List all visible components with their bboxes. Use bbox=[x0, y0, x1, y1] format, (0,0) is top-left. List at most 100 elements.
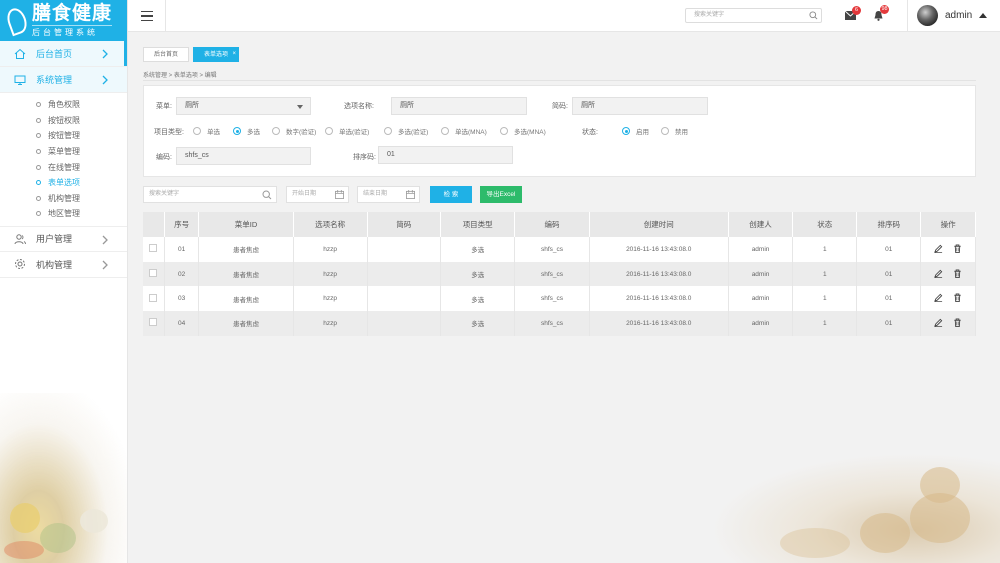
edit-icon[interactable] bbox=[934, 293, 943, 303]
header-search-input[interactable]: 搜索关键字 bbox=[685, 8, 822, 23]
edit-icon[interactable] bbox=[934, 244, 943, 253]
start-date-input[interactable]: 开始日期 bbox=[286, 186, 349, 203]
table-body: 01 患者焦虑 hzzp 多选 shfs_cs 2016-11-16 13:43:08.0… bbox=[143, 237, 976, 336]
table-row[interactable]: 01 患者焦虑 hzzp 多选 shfs_cs 2016-11-16 13:43:08.0… bbox=[143, 237, 976, 262]
chevron-right-icon bbox=[102, 235, 108, 245]
menu-toggle-button[interactable] bbox=[128, 0, 166, 32]
brand-title: 膳食健康 bbox=[32, 2, 113, 24]
table-cell: 1 bbox=[792, 286, 858, 312]
bullet-icon bbox=[36, 211, 41, 217]
row-checkbox[interactable] bbox=[149, 293, 158, 302]
sidebar-item-label: 系统管理 bbox=[36, 75, 73, 85]
row-checkbox[interactable] bbox=[149, 244, 158, 253]
table-header-row: 序号 菜单ID 选项名称 简码 项目类型 编码 创建时间 创建人 状态 排序码 … bbox=[143, 212, 976, 237]
bread-decoration bbox=[710, 453, 1000, 563]
row-checkbox[interactable] bbox=[149, 318, 158, 327]
submenu-item-role-permissions[interactable]: 角色权限 bbox=[36, 97, 127, 113]
short-code-label: 简码: bbox=[552, 103, 568, 110]
table-cell: 1 bbox=[792, 261, 858, 287]
row-checkbox[interactable] bbox=[149, 269, 158, 278]
calendar-icon[interactable] bbox=[406, 190, 415, 199]
avatar[interactable] bbox=[917, 5, 938, 26]
radio-status-disabled[interactable]: 禁用 bbox=[661, 126, 688, 136]
users-icon bbox=[14, 233, 26, 245]
table-cell: hzzp bbox=[293, 311, 368, 336]
table-cell: admin bbox=[728, 237, 794, 262]
end-date-input[interactable]: 结束日期 bbox=[357, 186, 420, 203]
calendar-icon[interactable] bbox=[335, 190, 344, 199]
caret-up-icon[interactable] bbox=[979, 13, 987, 18]
radio-status-enabled[interactable]: 启用 bbox=[622, 126, 649, 136]
submenu-item-region-management[interactable]: 地区管理 bbox=[36, 206, 127, 222]
vegetables-decoration bbox=[0, 393, 127, 563]
sidebar-item-org[interactable]: 机构管理 bbox=[0, 252, 127, 278]
table-cell: admin bbox=[728, 261, 794, 287]
table-cell: 多选 bbox=[440, 286, 516, 312]
search-icon[interactable] bbox=[262, 190, 272, 200]
row-actions bbox=[920, 311, 976, 336]
radio-single[interactable]: 单选 bbox=[193, 126, 220, 136]
radio-single-mna[interactable]: 单选(MNA) bbox=[441, 126, 487, 136]
home-icon bbox=[14, 48, 26, 60]
bullet-icon bbox=[36, 102, 41, 108]
close-icon[interactable]: × bbox=[233, 47, 237, 61]
table-row[interactable]: 03 患者焦虑 hzzp 多选 shfs_cs 2016-11-16 13:43:08.0… bbox=[143, 286, 976, 312]
submenu-item-org-management[interactable]: 机构管理 bbox=[36, 191, 127, 207]
radio-number-validated[interactable]: 数字(验证) bbox=[272, 126, 316, 136]
chevron-right-icon bbox=[102, 49, 108, 59]
sort-input[interactable]: 01 bbox=[378, 146, 513, 164]
radio-multi-mna[interactable]: 多选(MNA) bbox=[500, 126, 546, 136]
submenu-item-button-permissions[interactable]: 按钮权限 bbox=[36, 113, 127, 129]
sidebar-item-home[interactable]: 后台首页 bbox=[0, 41, 127, 67]
sidebar-item-system[interactable]: 系统管理 bbox=[0, 67, 127, 93]
table-cell: 1 bbox=[792, 237, 858, 262]
table-cell: 04 bbox=[164, 311, 200, 336]
tab-home[interactable]: 后台首页 bbox=[143, 47, 190, 62]
column-header: 状态 bbox=[792, 212, 858, 237]
edit-icon[interactable] bbox=[934, 269, 943, 278]
trash-icon[interactable] bbox=[953, 244, 962, 253]
code-input[interactable]: shfs_cs bbox=[176, 147, 311, 165]
submenu-item-form-options[interactable]: 表单选项 bbox=[36, 175, 127, 191]
table-cell: 患者焦虑 bbox=[198, 286, 294, 312]
menu-label: 菜单: bbox=[156, 103, 172, 110]
divider bbox=[143, 80, 976, 81]
radio-single-validated[interactable]: 单选(验证) bbox=[325, 126, 369, 136]
short-code-input[interactable]: 厕所 bbox=[572, 97, 708, 115]
brand-logo[interactable]: 膳食健康 后台管理系统 bbox=[0, 0, 127, 41]
sidebar-item-users[interactable]: 用户管理 bbox=[0, 225, 127, 252]
notification-button[interactable]: 98 bbox=[873, 5, 889, 21]
radio-multi-validated[interactable]: 多选(验证) bbox=[384, 126, 428, 136]
submenu-item-button-management[interactable]: 按钮管理 bbox=[36, 128, 127, 144]
item-type-label: 项目类型: bbox=[154, 129, 184, 136]
table-cell: hzzp bbox=[293, 237, 368, 262]
option-name-input[interactable]: 厕所 bbox=[391, 97, 527, 115]
select-all-header bbox=[143, 212, 165, 237]
table-row[interactable]: 04 患者焦虑 hzzp 多选 shfs_cs 2016-11-16 13:43:08.0… bbox=[143, 311, 976, 336]
table-cell: 多选 bbox=[440, 237, 516, 262]
submenu-item-online-management[interactable]: 在线管理 bbox=[36, 159, 127, 175]
search-button[interactable]: 检 索 bbox=[430, 186, 472, 203]
tab-form-options[interactable]: 表单选项 × bbox=[193, 47, 240, 62]
row-actions bbox=[920, 261, 976, 287]
menu-select[interactable]: 厕所 bbox=[176, 97, 311, 115]
table-cell bbox=[367, 311, 441, 336]
mail-badge: 6 bbox=[852, 6, 861, 15]
username[interactable]: admin bbox=[945, 10, 972, 21]
export-excel-button[interactable]: 导出Excel bbox=[480, 186, 522, 203]
mail-button[interactable]: 6 bbox=[844, 6, 861, 20]
sidebar: 膳食健康 后台管理系统 后台首页 系统管理 角色权限 按钮权限 按钮管理 菜单管… bbox=[0, 0, 128, 563]
search-icon[interactable] bbox=[809, 11, 818, 20]
table-row[interactable]: 02 患者焦虑 hzzp 多选 shfs_cs 2016-11-16 13:43:08.0… bbox=[143, 261, 976, 287]
radio-multi[interactable]: 多选 bbox=[233, 126, 260, 136]
trash-icon[interactable] bbox=[953, 293, 962, 303]
option-name-label: 选项名称: bbox=[344, 103, 374, 110]
trash-icon[interactable] bbox=[953, 318, 962, 327]
column-header: 项目类型 bbox=[440, 212, 516, 237]
submenu-item-menu-management[interactable]: 菜单管理 bbox=[36, 144, 127, 160]
table-search-input[interactable]: 搜索关键字 bbox=[143, 186, 277, 203]
column-header: 操作 bbox=[920, 212, 976, 237]
trash-icon[interactable] bbox=[953, 268, 962, 278]
table-cell: 2016-11-16 13:43:08.0 bbox=[589, 237, 729, 262]
edit-icon[interactable] bbox=[934, 318, 943, 327]
